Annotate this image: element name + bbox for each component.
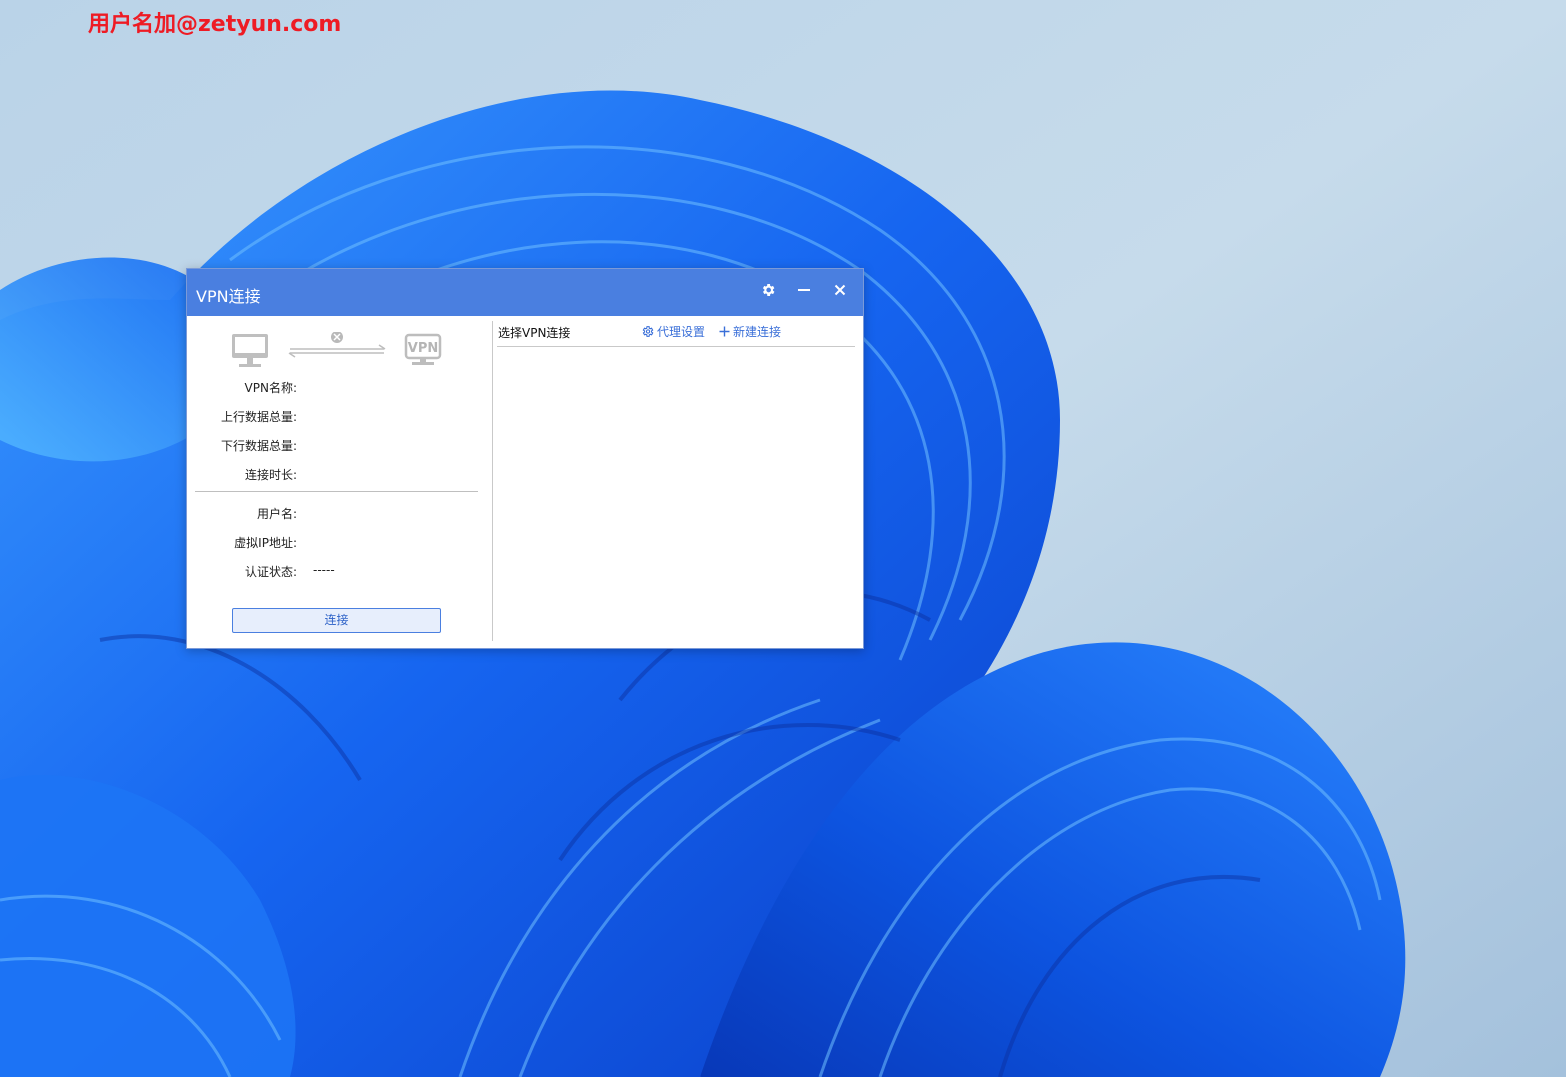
proxy-settings-label: 代理设置 <box>657 325 706 339</box>
transfer-arrows <box>288 344 386 358</box>
proxy-settings-link[interactable]: 代理设置 <box>641 323 705 340</box>
plus-icon <box>719 326 730 337</box>
info-row-virtual-ip: 虚拟IP地址: <box>187 532 492 552</box>
minimize-icon <box>798 289 810 291</box>
connection-status-panel: VPN VPN名称: 上行数据总量: 下行数据总量: 连接时长: 用户名: 虚拟… <box>187 316 492 648</box>
gear-icon <box>762 284 775 296</box>
new-connection-label: 新建连接 <box>733 325 782 339</box>
vpn-connection-window: VPN 连接 VPN VPN名称: 上行数据总量: 下行数据总量: 连接时长: 用… <box>186 268 864 649</box>
select-vpn-label: 选择VPN连接 <box>498 326 571 340</box>
info-divider <box>195 491 478 492</box>
desktop: 用户名加@zetyun.com VPN 连接 VPN VPN名称: 上行数据总量:… <box>0 0 1566 1077</box>
upload-total-label: 上行数据总量: <box>220 410 297 424</box>
info-row-username: 用户名: <box>187 503 492 523</box>
info-row-download-total: 下行数据总量: <box>187 435 492 455</box>
info-row-upload-total: 上行数据总量: <box>187 406 492 426</box>
info-row-vpn-name: VPN名称: <box>187 377 492 397</box>
vpn-server-icon: VPN <box>404 333 442 365</box>
username-label: 用户名: <box>256 507 297 521</box>
download-total-label: 下行数据总量: <box>220 439 297 453</box>
close-icon <box>834 284 846 296</box>
title-bar[interactable]: VPN连接 <box>187 269 863 316</box>
settings-button[interactable] <box>755 277 781 303</box>
connection-status-graphic: VPN <box>232 332 442 367</box>
vpn-connection-list[interactable] <box>497 347 855 642</box>
disconnected-x-icon <box>331 332 343 343</box>
auth-status-label: 认证状态: <box>244 565 297 579</box>
info-row-auth-status: 认证状态: ----- <box>187 561 492 581</box>
new-connection-link[interactable]: 新建连接 <box>719 323 781 340</box>
window-title: VPN连接 <box>196 287 261 306</box>
auth-status-value: ----- <box>313 563 335 577</box>
minimize-button[interactable] <box>791 277 817 303</box>
gear-outline-icon <box>642 326 654 337</box>
connect-button[interactable]: 连接 <box>232 608 441 633</box>
close-button[interactable] <box>827 277 853 303</box>
info-row-duration: 连接时长: <box>187 464 492 484</box>
monitor-icon <box>232 334 268 367</box>
duration-label: 连接时长: <box>244 468 297 482</box>
virtual-ip-label: 虚拟IP地址: <box>234 536 297 550</box>
vpn-name-label: VPN名称: <box>244 381 297 395</box>
vpn-badge-text: VPN <box>408 341 438 356</box>
vpn-list-panel: 选择VPN连接 代理设置 新建连接 <box>493 316 863 648</box>
watermark-overlay-text: 用户名加@zetyun.com <box>88 12 342 37</box>
